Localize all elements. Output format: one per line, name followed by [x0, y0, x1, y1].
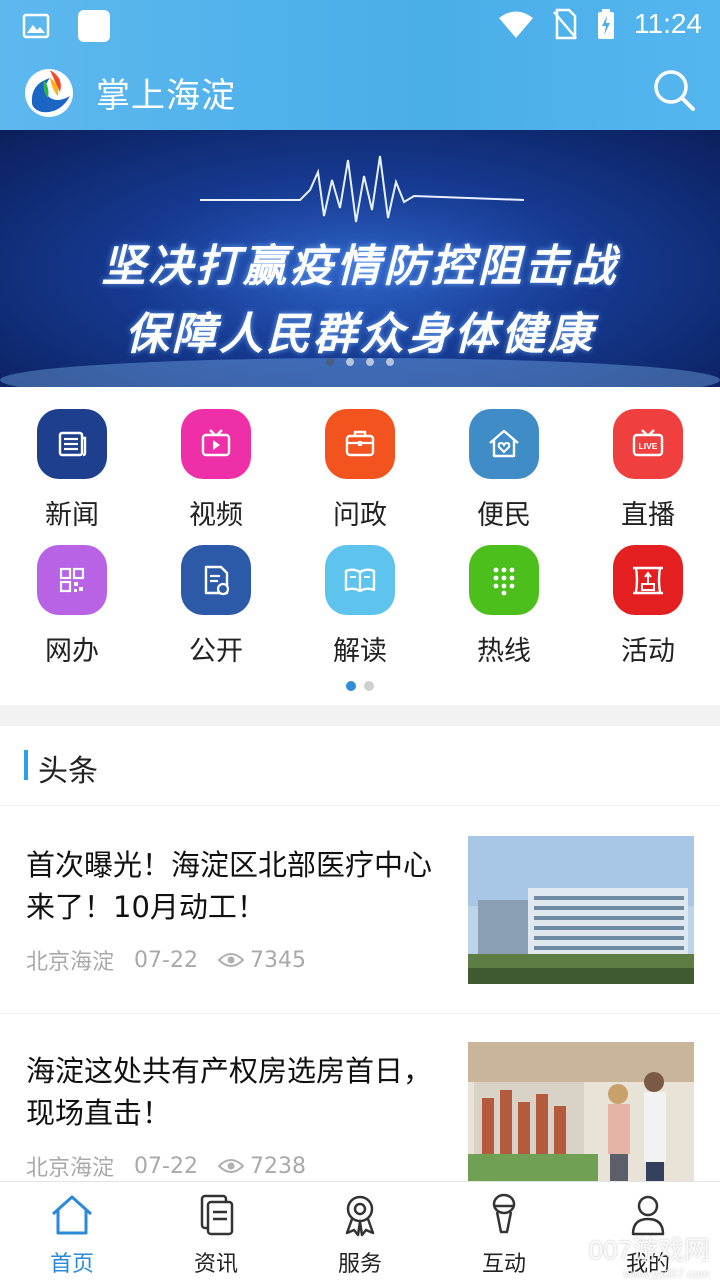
grid-page-dot[interactable] — [364, 681, 374, 691]
banner-dot[interactable] — [386, 358, 394, 366]
status-time: 11:24 — [634, 8, 702, 39]
section-header: 头条 — [0, 726, 720, 806]
service-grid: 新闻 视频 问政 便民 LIVE 直播网办 公开 解读 热线 活动 — [0, 387, 720, 705]
grid-item-6[interactable]: 公开 — [144, 545, 288, 668]
hospital-building-image[interactable] — [468, 836, 694, 984]
live-tv-icon: LIVE — [613, 409, 683, 479]
grid-item-label: 公开 — [189, 636, 243, 667]
battery-charging-icon — [598, 9, 614, 39]
watermark: 007游戏网 www.yx007.com — [589, 1230, 710, 1280]
banner-carousel[interactable]: 坚决打赢疫情防控阻击战 保障人民群众身体健康 — [0, 130, 720, 387]
tv-icon — [181, 409, 251, 479]
news-date: 07-22 — [134, 1153, 198, 1179]
grid-page-indicator — [0, 681, 720, 691]
briefcase-icon — [325, 409, 395, 479]
home-heart-icon — [469, 409, 539, 479]
app-logo-icon — [25, 69, 73, 117]
award-icon — [345, 1195, 375, 1237]
tab-interact[interactable]: 互动 — [432, 1192, 576, 1278]
headlines-section: 头条 首次曝光！海淀区北部医疗中心来了！10月动工！ 北京海淀 07-22 73… — [0, 726, 720, 1186]
news-title[interactable]: 海淀这处共有产权房选房首日，现场直击！ — [26, 1050, 446, 1134]
grid-page-dot[interactable] — [346, 681, 356, 691]
grid-item-label: 活动 — [621, 636, 675, 667]
news-views: 7345 — [249, 947, 306, 973]
grid-item-9[interactable]: 活动 — [576, 545, 720, 668]
housing-model-image[interactable] — [468, 1042, 694, 1186]
news-source: 北京海淀 — [26, 1156, 115, 1181]
grid-item-label: 便民 — [477, 500, 531, 531]
section-accent-bar — [24, 750, 28, 780]
news-meta: 北京海淀 07-22 7238 — [26, 1150, 306, 1182]
grid-item-2[interactable]: 问政 — [288, 409, 432, 532]
news-source: 北京海淀 — [26, 950, 115, 975]
grid-item-label: 热线 — [477, 636, 531, 667]
watermark-url: www.yx007.com — [623, 1267, 710, 1280]
wifi-icon — [499, 11, 533, 38]
qr-code-icon — [37, 545, 107, 615]
grid-item-label: 网办 — [45, 636, 99, 667]
eye-icon — [217, 1159, 244, 1173]
search-icon[interactable] — [652, 68, 696, 112]
open-book-icon — [325, 545, 395, 615]
banner-headline-1: 坚决打赢疫情防控阻击战 — [101, 241, 619, 292]
dialpad-icon — [469, 545, 539, 615]
grid-item-1[interactable]: 视频 — [144, 409, 288, 532]
watermark-text: 007游戏网 — [588, 1235, 710, 1265]
grid-item-label: 解读 — [333, 636, 387, 667]
status-bar: 11:24 — [0, 0, 720, 52]
grid-item-8[interactable]: 热线 — [432, 545, 576, 668]
grid-item-0[interactable]: 新闻 — [0, 409, 144, 532]
tab-home[interactable]: 首页 — [0, 1192, 144, 1278]
top-bar: 11:24 掌上海淀 — [0, 0, 720, 130]
microphone-icon — [492, 1193, 516, 1234]
app-bar: 掌上海淀 — [0, 52, 720, 130]
banner-dot[interactable] — [366, 358, 374, 366]
grid-item-7[interactable]: 解读 — [288, 545, 432, 668]
news-date: 07-22 — [134, 947, 198, 973]
section-title: 头条 — [38, 754, 98, 789]
news-item[interactable]: 首次曝光！海淀区北部医疗中心来了！10月动工！ 北京海淀 07-22 7345 — [0, 808, 720, 1014]
news-views: 7238 — [249, 1153, 306, 1179]
eye-icon — [217, 953, 244, 967]
grid-item-label: 直播 — [621, 500, 675, 531]
news-item[interactable]: 海淀这处共有产权房选房首日，现场直击！ 北京海淀 07-22 7238 — [0, 1014, 720, 1186]
grid-item-3[interactable]: 便民 — [432, 409, 576, 532]
stage-icon — [613, 545, 683, 615]
grid-item-label: 视频 — [189, 500, 243, 531]
banner-headline-2: 保障人民群众身体健康 — [125, 309, 595, 360]
banner-page-indicator — [0, 358, 720, 366]
home-icon — [51, 1195, 93, 1235]
tab-services[interactable]: 服务 — [288, 1192, 432, 1278]
grid-item-label: 新闻 — [45, 500, 99, 531]
news-meta: 北京海淀 07-22 7345 — [26, 944, 306, 976]
documents-icon — [200, 1194, 234, 1236]
newspaper-icon — [37, 409, 107, 479]
tab-label: 互动 — [481, 1252, 526, 1277]
tab-news[interactable]: 资讯 — [144, 1192, 288, 1278]
tab-label: 首页 — [49, 1252, 94, 1277]
news-title[interactable]: 首次曝光！海淀区北部医疗中心来了！10月动工！ — [26, 844, 446, 928]
banner-dot[interactable] — [346, 358, 354, 366]
tab-label: 服务 — [337, 1252, 382, 1277]
grid-item-5[interactable]: 网办 — [0, 545, 144, 668]
banner-dot[interactable] — [326, 358, 334, 366]
no-sim-icon — [553, 8, 577, 40]
svg-text:LIVE: LIVE — [639, 441, 658, 451]
app-notification-icon — [78, 10, 110, 42]
image-notification-icon — [22, 13, 50, 39]
app-title: 掌上海淀 — [96, 76, 236, 116]
document-icon — [181, 545, 251, 615]
grid-item-label: 问政 — [333, 500, 387, 531]
tab-label: 资讯 — [193, 1252, 238, 1277]
grid-item-4[interactable]: LIVE 直播 — [576, 409, 720, 532]
